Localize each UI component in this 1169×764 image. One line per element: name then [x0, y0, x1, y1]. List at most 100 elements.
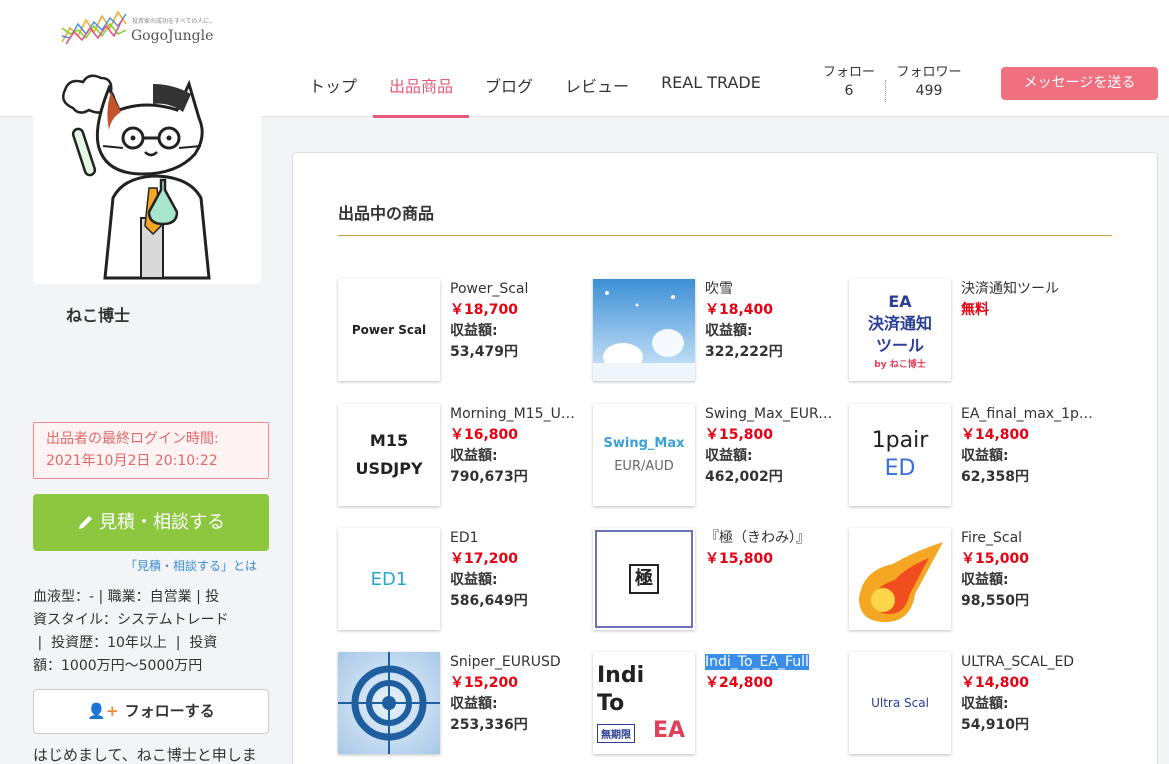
nav-products[interactable]: 出品商品 — [373, 60, 470, 118]
product-card[interactable]: 1pair ED EA_final_max_1pair_ED ￥14,800 収… — [849, 404, 1093, 508]
follow-count: 6 — [844, 83, 854, 99]
revenue-label: 収益額: — [705, 448, 753, 464]
product-price: ￥14,800 — [961, 675, 1030, 691]
product-thumb[interactable] — [849, 528, 951, 630]
product-name[interactable]: Fire_Scal — [961, 528, 1093, 548]
product-price: ￥15,800 — [705, 427, 774, 443]
product-price: ￥14,800 — [961, 427, 1030, 443]
profile-line: | 投資歴：10年以上 | 投資 — [33, 635, 218, 651]
product-card[interactable]: Fire_Scal ￥15,000 収益額: 98,550円 — [849, 528, 1089, 632]
gogojungle-logo[interactable]: 投資家の成功をすべての人に。 GogoJungle — [60, 8, 220, 48]
product-card[interactable]: EA 決済通知 ツール by ねこ博士 決済通知ツール 無料 — [849, 279, 1089, 383]
revenue-value: 53,479円 — [450, 344, 519, 360]
product-card[interactable]: M15 USDJPY Morning_M15_USDJPY ￥16,800 収益… — [338, 404, 582, 508]
product-card[interactable]: Sniper_EURUSD ￥15,200 収益額: 253,336円 — [338, 652, 578, 756]
estimate-button-label: 見積・相談する — [99, 512, 225, 533]
product-thumb[interactable]: 極 — [593, 528, 695, 630]
revenue-value: 790,673円 — [450, 469, 528, 485]
product-name-highlighted[interactable]: Indi_To_EA_Full — [705, 654, 809, 670]
product-thumb[interactable]: 1pair ED — [849, 404, 951, 506]
logo-tagline: 投資家の成功をすべての人に。 — [132, 18, 216, 25]
product-thumb[interactable]: Ultra Scal — [849, 652, 951, 754]
follower-label: フォロワー — [896, 65, 962, 80]
estimate-consult-button[interactable]: 見積・相談する — [33, 494, 269, 551]
nav-blog[interactable]: ブログ — [469, 60, 549, 118]
revenue-value: 586,649円 — [450, 593, 528, 609]
last-login-box: 出品者の最終ログイン時間: 2021年10月2日 20:10:22 — [33, 422, 269, 479]
product-name[interactable]: 決済通知ツール — [961, 279, 1093, 299]
thumb-subtext: EUR/AUD — [614, 459, 674, 474]
thumb-text: Ultra Scal — [871, 696, 929, 710]
product-price: ￥15,000 — [961, 551, 1030, 567]
last-login-time: 2021年10月2日 20:10:22 — [46, 453, 218, 469]
product-price: ￥18,400 — [705, 302, 774, 318]
product-name[interactable]: 『極（きわみ）』 — [705, 528, 837, 548]
thumb-subtext: ED — [884, 456, 916, 481]
product-thumb[interactable]: Power Scal — [338, 279, 440, 381]
revenue-value: 462,002円 — [705, 469, 783, 485]
follow-button[interactable]: 👤+ フォローする — [33, 689, 269, 734]
product-thumb[interactable]: M15 USDJPY — [338, 404, 440, 506]
revenue-label: 収益額: — [961, 448, 1009, 464]
product-name[interactable]: Swing_Max_EURAUD — [705, 404, 837, 424]
revenue-value: 322,222円 — [705, 344, 783, 360]
main-nav: トップ 出品商品 ブログ レビュー REAL TRADE — [293, 60, 777, 118]
product-name[interactable]: Sniper_EURUSD — [450, 652, 582, 672]
profile-line: 血液型：- | 職業：自営業 | 投 — [33, 589, 220, 605]
revenue-label: 収益額: — [450, 323, 498, 339]
product-card[interactable]: Indi To 無期限 EA Indi_To_EA_Full ￥24,800 — [593, 652, 833, 756]
profile-meta: 血液型：- | 職業：自営業 | 投 資スタイル：システムトレード | 投資歴：… — [33, 586, 273, 678]
product-card[interactable]: Power Scal Power_Scal ￥18,700 収益額: 53,47… — [338, 279, 578, 383]
product-thumb[interactable]: Indi To 無期限 EA — [593, 652, 695, 754]
product-card[interactable]: 吹雪 ￥18,400 収益額: 322,222円 — [593, 279, 833, 383]
thumb-text: 極 — [629, 564, 659, 594]
nav-review[interactable]: レビュー — [549, 60, 645, 118]
product-price: ￥17,200 — [450, 551, 519, 567]
revenue-label: 収益額: — [450, 572, 498, 588]
product-thumb[interactable]: EA 決済通知 ツール by ねこ博士 — [849, 279, 951, 381]
logo-brand-name: GogoJungle — [131, 28, 214, 44]
product-name[interactable]: Indi_To_EA_Full — [705, 652, 837, 672]
follow-button-label: フォローする — [124, 702, 215, 720]
fireball-icon — [859, 542, 943, 622]
send-message-button[interactable]: メッセージを送る — [1001, 67, 1158, 100]
thumb-text: ED1 — [370, 568, 408, 590]
revenue-label: 収益額: — [961, 572, 1009, 588]
product-thumb[interactable] — [593, 279, 695, 381]
product-name[interactable]: Power_Scal — [450, 279, 582, 299]
product-price: ￥16,800 — [450, 427, 519, 443]
follower-stat[interactable]: フォロワー 499 — [894, 64, 964, 100]
product-price: ￥15,200 — [450, 675, 519, 691]
revenue-label: 収益額: — [705, 323, 753, 339]
nav-real-trade[interactable]: REAL TRADE — [645, 60, 777, 118]
product-name[interactable]: EA_final_max_1pair_ED — [961, 404, 1093, 424]
nav-top[interactable]: トップ — [293, 60, 373, 118]
follow-stat[interactable]: フォロー 6 — [822, 64, 876, 100]
product-card[interactable]: Swing_Max EUR/AUD Swing_Max_EURAUD ￥15,8… — [593, 404, 837, 508]
product-thumb[interactable]: Swing_Max EUR/AUD — [593, 404, 695, 506]
product-name[interactable]: ULTRA_SCAL_ED — [961, 652, 1093, 672]
revenue-value: 54,910円 — [961, 717, 1030, 733]
product-thumb[interactable]: ED1 — [338, 528, 440, 630]
pencil-icon — [79, 516, 92, 529]
product-thumb[interactable] — [338, 652, 440, 754]
product-card[interactable]: 極 『極（きわみ）』 ￥15,800 — [593, 528, 833, 632]
last-login-label: 出品者の最終ログイン時間: — [46, 431, 219, 447]
estimate-info-link[interactable]: 「見積・相談する」とは — [125, 557, 257, 574]
seller-name: ねこ博士 — [66, 306, 131, 325]
section-title: 出品中の商品 — [338, 204, 435, 223]
product-card[interactable]: Ultra Scal ULTRA_SCAL_ED ￥14,800 収益額: 54… — [849, 652, 1089, 756]
thumb-badge: 無期限 — [597, 724, 635, 743]
revenue-value: 98,550円 — [961, 593, 1030, 609]
thumb-text: EA 決済通知 ツール — [867, 291, 932, 355]
follower-count: 499 — [915, 83, 943, 99]
thumb-text: Swing_Max — [603, 436, 685, 451]
section-divider — [338, 235, 1112, 236]
user-plus-icon: 👤+ — [87, 702, 119, 720]
product-name[interactable]: ED1 — [450, 528, 582, 548]
thumb-subtext: EA — [653, 718, 686, 743]
product-card[interactable]: ED1 ED1 ￥17,200 収益額: 586,649円 — [338, 528, 578, 632]
seller-intro: はじめまして、ねこ博士と申しま — [33, 746, 257, 764]
product-name[interactable]: Morning_M15_USDJPY — [450, 404, 582, 424]
product-name[interactable]: 吹雪 — [705, 279, 837, 299]
